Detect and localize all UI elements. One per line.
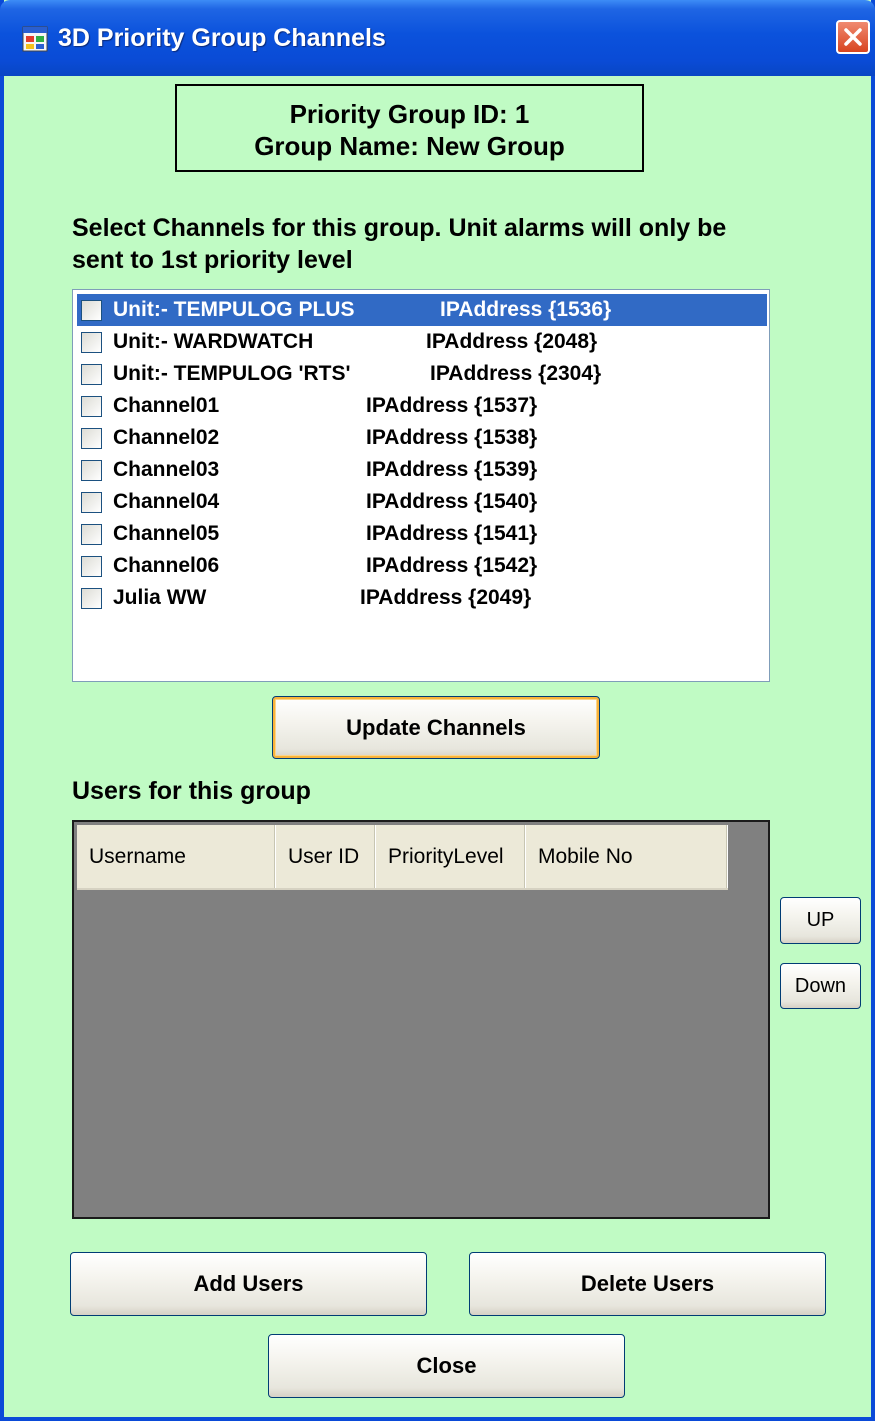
add-users-button[interactable]: Add Users xyxy=(70,1252,427,1316)
users-grid[interactable]: Username User ID PriorityLevel Mobile No xyxy=(72,820,770,1219)
channel-name: Channel06 xyxy=(113,554,220,577)
channel-name: Channel05 xyxy=(113,522,220,545)
window-close-button[interactable] xyxy=(836,20,870,54)
channel-ip-address: IPAddress {2048} xyxy=(426,330,598,353)
channel-ip-address: IPAddress {2049} xyxy=(360,586,532,609)
channel-ip-address: IPAddress {2304} xyxy=(430,362,602,385)
channel-checkbox[interactable] xyxy=(81,364,102,385)
users-grid-header: Username User ID PriorityLevel Mobile No xyxy=(77,825,728,890)
close-icon xyxy=(844,28,862,46)
users-section-label: Users for this group xyxy=(72,777,311,805)
channel-checkbox[interactable] xyxy=(81,332,102,353)
column-header-user-id[interactable]: User ID xyxy=(276,825,376,888)
channel-ip-address: IPAddress {1536} xyxy=(440,298,612,321)
channel-item[interactable]: Channel05 IPAddress {1541} xyxy=(77,518,767,550)
channel-checkbox[interactable] xyxy=(81,492,102,513)
channel-item[interactable]: Julia WW IPAddress {2049} xyxy=(77,582,767,614)
channel-name: Unit:- TEMPULOG 'RTS' xyxy=(113,362,351,385)
channel-name: Channel04 xyxy=(113,490,220,513)
priority-group-channels-window: 3D Priority Group Channels Priority Grou… xyxy=(0,0,875,1421)
channel-item[interactable]: Channel03 IPAddress {1539} xyxy=(77,454,767,486)
channel-name: Unit:- TEMPULOG PLUS xyxy=(113,298,355,321)
channel-checkbox[interactable] xyxy=(81,588,102,609)
move-up-button[interactable]: UP xyxy=(780,897,861,944)
column-header-mobile-no[interactable]: Mobile No xyxy=(526,825,728,888)
delete-users-button[interactable]: Delete Users xyxy=(469,1252,826,1316)
channel-item[interactable]: Channel01 IPAddress {1537} xyxy=(77,390,767,422)
channel-checkbox[interactable] xyxy=(81,556,102,577)
move-down-button[interactable]: Down xyxy=(780,963,861,1009)
channel-item[interactable]: Unit:- TEMPULOG PLUS IPAddress {1536} xyxy=(77,294,767,326)
channel-name: Unit:- WARDWATCH xyxy=(113,330,314,353)
channel-item[interactable]: Unit:- WARDWATCH IPAddress {2048} xyxy=(77,326,767,358)
channel-ip-address: IPAddress {1541} xyxy=(366,522,538,545)
channel-name: Channel03 xyxy=(113,458,220,481)
channel-ip-address: IPAddress {1540} xyxy=(366,490,538,513)
channel-checkbox[interactable] xyxy=(81,524,102,545)
channel-name: Julia WW xyxy=(113,586,207,609)
title-bar[interactable]: 3D Priority Group Channels xyxy=(0,0,875,76)
channel-checklist[interactable]: Unit:- TEMPULOG PLUS IPAddress {1536} Unit… xyxy=(72,289,770,682)
channel-ip-address: IPAddress {1539} xyxy=(366,458,538,481)
channel-ip-address: IPAddress {1537} xyxy=(366,394,538,417)
channel-item[interactable]: Channel06 IPAddress {1542} xyxy=(77,550,767,582)
window-title: 3D Priority Group Channels xyxy=(58,24,386,52)
channel-checkbox[interactable] xyxy=(81,300,102,321)
channel-item[interactable]: Unit:- TEMPULOG 'RTS' IPAddress {2304} xyxy=(77,358,767,390)
instruction-text: Select Channels for this group. Unit ala… xyxy=(72,214,727,274)
column-header-priority-level[interactable]: PriorityLevel xyxy=(376,825,526,888)
channel-ip-address: IPAddress {1538} xyxy=(366,426,538,449)
column-header-username[interactable]: Username xyxy=(77,825,276,888)
channel-item[interactable]: Channel04 IPAddress {1540} xyxy=(77,486,767,518)
app-window-icon xyxy=(22,26,48,52)
group-id-label: Priority Group ID: 1 xyxy=(289,99,530,129)
channel-name: Channel02 xyxy=(113,426,220,449)
channel-ip-address: IPAddress {1542} xyxy=(366,554,538,577)
close-button[interactable]: Close xyxy=(268,1334,625,1398)
channel-checkbox[interactable] xyxy=(81,460,102,481)
group-info-box: Priority Group ID: 1 Group Name: New Gro… xyxy=(175,84,644,172)
channel-checkbox[interactable] xyxy=(81,396,102,417)
update-channels-button[interactable]: Update Channels xyxy=(272,696,600,759)
channel-name: Channel01 xyxy=(113,394,220,417)
channel-item[interactable]: Channel02 IPAddress {1538} xyxy=(77,422,767,454)
channel-checkbox[interactable] xyxy=(81,428,102,449)
group-name-label: Group Name: New Group xyxy=(254,131,565,161)
